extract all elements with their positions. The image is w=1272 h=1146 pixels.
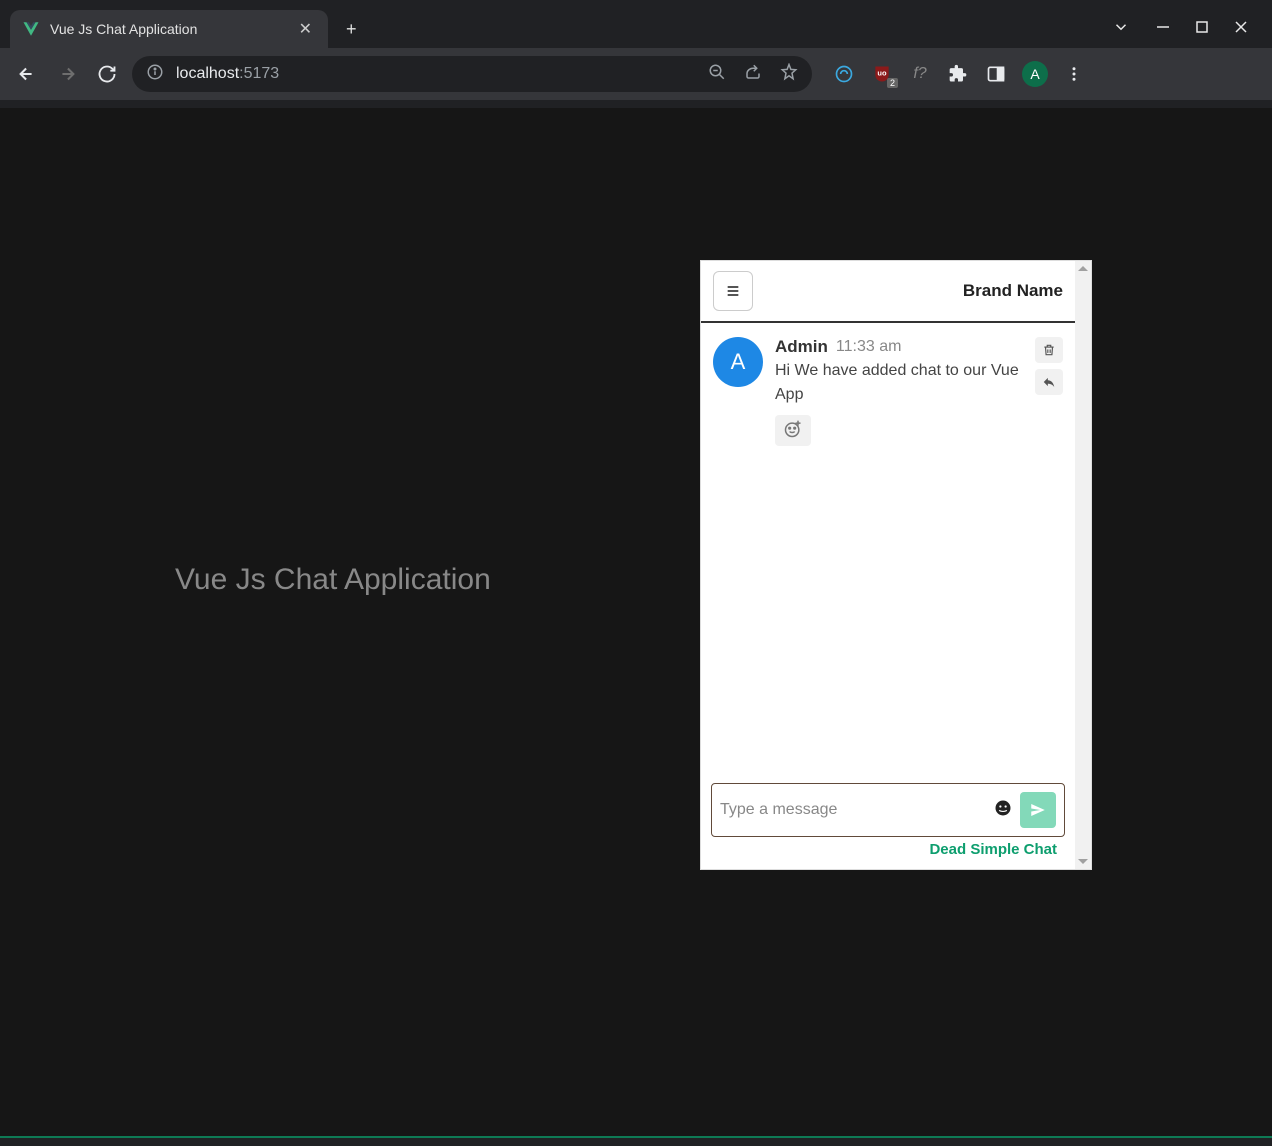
send-button[interactable]	[1020, 792, 1056, 828]
sidepanel-icon[interactable]	[984, 62, 1008, 86]
chat-messages-area: A Admin 11:33 am Hi We have added chat t…	[701, 323, 1075, 775]
address-bar-actions	[708, 63, 798, 86]
tab-title: Vue Js Chat Application	[50, 21, 295, 37]
add-reaction-button[interactable]	[775, 415, 811, 446]
extension-icon-1[interactable]	[832, 62, 856, 86]
extensions-area: uo2 f? A	[832, 61, 1086, 87]
url-text: localhost:5173	[176, 65, 279, 83]
zoom-icon[interactable]	[708, 63, 726, 86]
chat-message: A Admin 11:33 am Hi We have added chat t…	[713, 337, 1063, 446]
minimize-icon[interactable]	[1156, 20, 1170, 39]
message-input-row	[711, 783, 1065, 837]
titlebar: Vue Js Chat Application ✕ +	[0, 0, 1272, 48]
browser-tab[interactable]: Vue Js Chat Application ✕	[10, 10, 328, 48]
chevron-down-icon[interactable]	[1112, 18, 1130, 41]
chat-widget: Brand Name A Admin 11:33 am Hi We have a…	[700, 260, 1092, 870]
chat-header: Brand Name	[701, 261, 1075, 323]
scroll-up-arrow-icon[interactable]	[1078, 266, 1088, 271]
emoji-picker-button[interactable]	[994, 799, 1012, 822]
new-tab-button[interactable]: +	[346, 19, 357, 40]
close-window-icon[interactable]	[1234, 20, 1248, 39]
chat-footer-link-row: Dead Simple Chat	[711, 837, 1065, 865]
ext-badge: 2	[887, 78, 898, 88]
emoji-icon	[994, 799, 1012, 817]
send-icon	[1029, 801, 1047, 819]
close-tab-icon[interactable]: ✕	[295, 17, 316, 41]
trash-icon	[1042, 343, 1056, 357]
delete-message-button[interactable]	[1035, 337, 1063, 363]
forward-button[interactable]	[52, 63, 82, 85]
chat-footer: Dead Simple Chat	[701, 775, 1075, 869]
hamburger-icon	[725, 283, 741, 299]
browser-chrome: Vue Js Chat Application ✕ + localhost:51…	[0, 0, 1272, 108]
profile-avatar[interactable]: A	[1022, 61, 1048, 87]
extension-icon-3[interactable]: f?	[908, 62, 932, 86]
message-text: Hi We have added chat to our Vue App	[775, 359, 1023, 407]
chat-brand-name: Brand Name	[963, 281, 1063, 301]
menu-kebab-icon[interactable]	[1062, 62, 1086, 86]
ublock-icon[interactable]: uo2	[870, 62, 894, 86]
smile-plus-icon	[783, 419, 803, 439]
svg-text:uo: uo	[877, 69, 887, 78]
extensions-puzzle-icon[interactable]	[946, 62, 970, 86]
browser-toolbar: localhost:5173 uo2 f? A	[0, 48, 1272, 100]
menu-button[interactable]	[713, 271, 753, 311]
bookmark-icon[interactable]	[780, 63, 798, 86]
reload-button[interactable]	[92, 64, 122, 84]
back-button[interactable]	[12, 63, 42, 85]
page-title: Vue Js Chat Application	[175, 563, 491, 597]
vue-logo-icon	[22, 20, 40, 38]
scroll-down-arrow-icon[interactable]	[1078, 859, 1088, 864]
message-avatar: A	[713, 337, 763, 387]
share-icon[interactable]	[744, 63, 762, 86]
scrollbar[interactable]	[1075, 261, 1091, 869]
message-input[interactable]	[720, 801, 986, 819]
reply-icon	[1042, 375, 1056, 389]
message-sender: Admin	[775, 337, 828, 357]
message-time: 11:33 am	[836, 338, 902, 356]
window-controls	[1112, 18, 1272, 41]
reply-message-button[interactable]	[1035, 369, 1063, 395]
message-content: Admin 11:33 am Hi We have added chat to …	[775, 337, 1023, 446]
page-viewport: Vue Js Chat Application Brand Name A Adm…	[0, 108, 1272, 1138]
address-bar[interactable]: localhost:5173	[132, 56, 812, 92]
message-actions	[1035, 337, 1063, 446]
site-info-icon[interactable]	[146, 63, 164, 86]
maximize-icon[interactable]	[1196, 20, 1208, 38]
footer-brand-link[interactable]: Dead Simple Chat	[929, 841, 1057, 858]
